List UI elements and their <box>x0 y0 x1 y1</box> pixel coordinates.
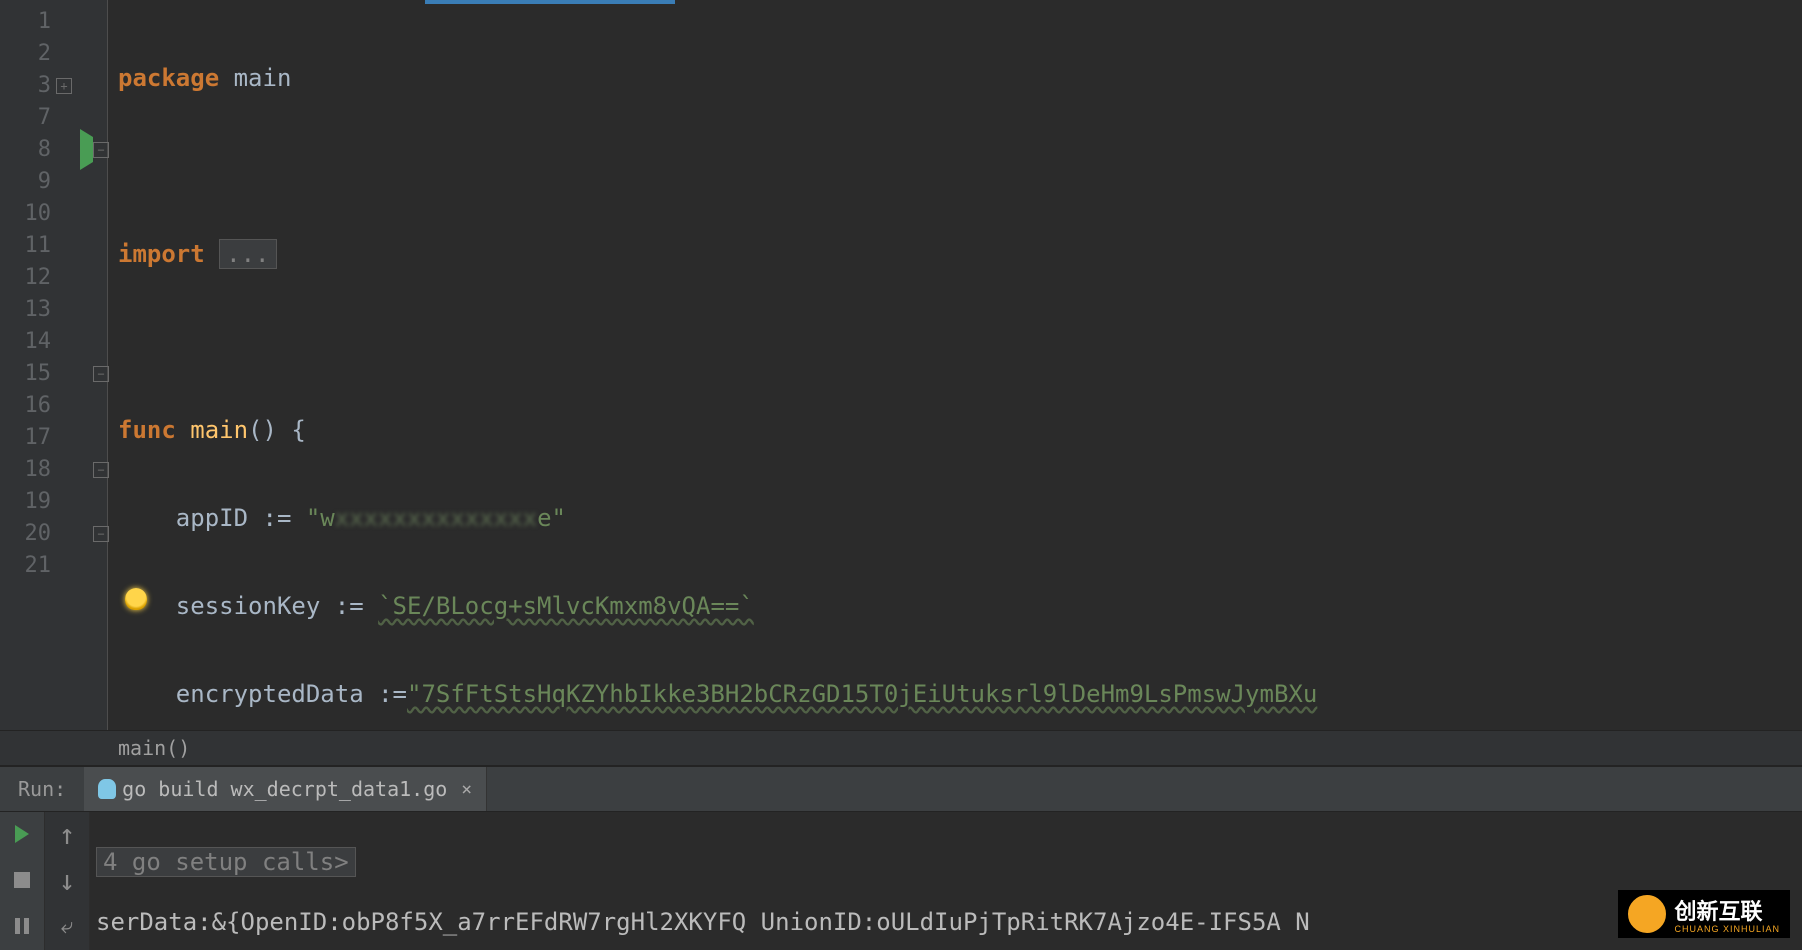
run-panel-body: ↑ ↓ ⤶ 4 go setup calls> serData:&{OpenID… <box>0 812 1802 950</box>
op: := <box>335 592 364 620</box>
breadcrumb-item[interactable]: main() <box>118 736 190 760</box>
string-literal: `SE/BLocg+sMlvcKmxm8vQA==` <box>378 592 754 620</box>
keyword: package <box>118 64 219 92</box>
close-icon[interactable]: × <box>453 779 472 800</box>
line-number[interactable]: 19 <box>0 486 107 518</box>
line-number[interactable]: 2 <box>0 38 107 70</box>
watermark-brand: 创新互联 <box>1674 894 1780 926</box>
run-tool-column <box>0 812 45 950</box>
run-panel-header: Run: go build wx_decrpt_data1.go × <box>0 766 1802 812</box>
line-number[interactable]: 9 <box>0 166 107 198</box>
code-editor[interactable]: package main import ... func main() { ap… <box>108 0 1802 730</box>
watermark: 创新互联 CHUANG XINHULIAN <box>1618 890 1790 938</box>
line-number[interactable]: 3 + <box>0 70 107 102</box>
gutter: 1 2 3 + 7 8 − 9 10 11 12 13 14 15 − 16 1… <box>0 0 108 730</box>
gopher-icon <box>98 779 116 799</box>
soft-wrap-button[interactable]: ⤶ <box>55 914 79 938</box>
fold-toggle-icon[interactable]: − <box>93 462 109 478</box>
console-line: serData:&{OpenID:obP8f5X_a7rrEFdRW7rgHl2… <box>96 906 1802 938</box>
stop-button[interactable] <box>10 868 34 892</box>
breadcrumb-bar[interactable]: main() <box>0 730 1802 766</box>
rerun-button[interactable] <box>10 822 34 846</box>
fold-toggle-icon[interactable]: + <box>56 78 72 94</box>
watermark-logo-icon <box>1628 895 1666 933</box>
line-number[interactable]: 12 <box>0 262 107 294</box>
line-number[interactable]: 1 <box>0 6 107 38</box>
line-number[interactable]: 11 <box>0 230 107 262</box>
folded-code[interactable]: ... <box>219 239 276 269</box>
op: := <box>378 680 407 708</box>
fold-toggle-icon[interactable]: − <box>93 526 109 542</box>
folded-output[interactable]: 4 go setup calls> <box>96 847 356 877</box>
pause-icon <box>15 918 29 934</box>
line-number[interactable]: 10 <box>0 198 107 230</box>
line-number[interactable]: 13 <box>0 294 107 326</box>
line-number[interactable]: 17 <box>0 422 107 454</box>
line-numbers: 1 2 3 + 7 8 − 9 10 11 12 13 14 15 − 16 1… <box>0 0 107 582</box>
run-tab-label: go build wx_decrpt_data1.go <box>122 777 447 801</box>
line-number[interactable]: 16 <box>0 390 107 422</box>
console-output[interactable]: 4 go setup calls> serData:&{OpenID:obP8f… <box>90 812 1802 950</box>
fold-toggle-icon[interactable]: − <box>93 366 109 382</box>
down-button[interactable]: ↓ <box>55 868 79 892</box>
pause-button[interactable] <box>10 914 34 938</box>
string-literal: "7SfFtStsHqKZYhbIkke3BH2bCRzGD15T0jEiUtu… <box>407 680 1317 708</box>
editor-area: 1 2 3 + 7 8 − 9 10 11 12 13 14 15 − 16 1… <box>0 0 1802 730</box>
punct: () { <box>248 416 306 444</box>
stop-icon <box>14 872 30 888</box>
identifier: main <box>234 64 292 92</box>
string-literal: "wxxxxxxxxxxxxxxe" <box>306 504 566 532</box>
play-icon <box>15 825 29 843</box>
run-config-tab[interactable]: go build wx_decrpt_data1.go × <box>84 767 487 811</box>
line-number[interactable]: 8 − <box>0 134 107 166</box>
fold-toggle-icon[interactable]: − <box>93 142 109 158</box>
up-button[interactable]: ↑ <box>55 822 79 846</box>
identifier: sessionKey <box>176 592 321 620</box>
line-number[interactable]: 21 <box>0 550 107 582</box>
line-number[interactable]: 15 − <box>0 358 107 390</box>
op: := <box>263 504 292 532</box>
line-number[interactable]: 20 − <box>0 518 107 550</box>
line-number[interactable]: 14 <box>0 326 107 358</box>
identifier: appID <box>176 504 248 532</box>
run-toolwindow-label: Run: <box>0 777 84 801</box>
run-gutter-icon[interactable] <box>80 134 93 166</box>
line-number[interactable]: 18 − <box>0 454 107 486</box>
function-name: main <box>190 416 248 444</box>
identifier: encryptedData <box>176 680 364 708</box>
watermark-sub: CHUANG XINHULIAN <box>1674 924 1780 934</box>
keyword: func <box>118 416 176 444</box>
keyword: import <box>118 240 205 268</box>
run-nav-column: ↑ ↓ ⤶ <box>45 812 90 950</box>
